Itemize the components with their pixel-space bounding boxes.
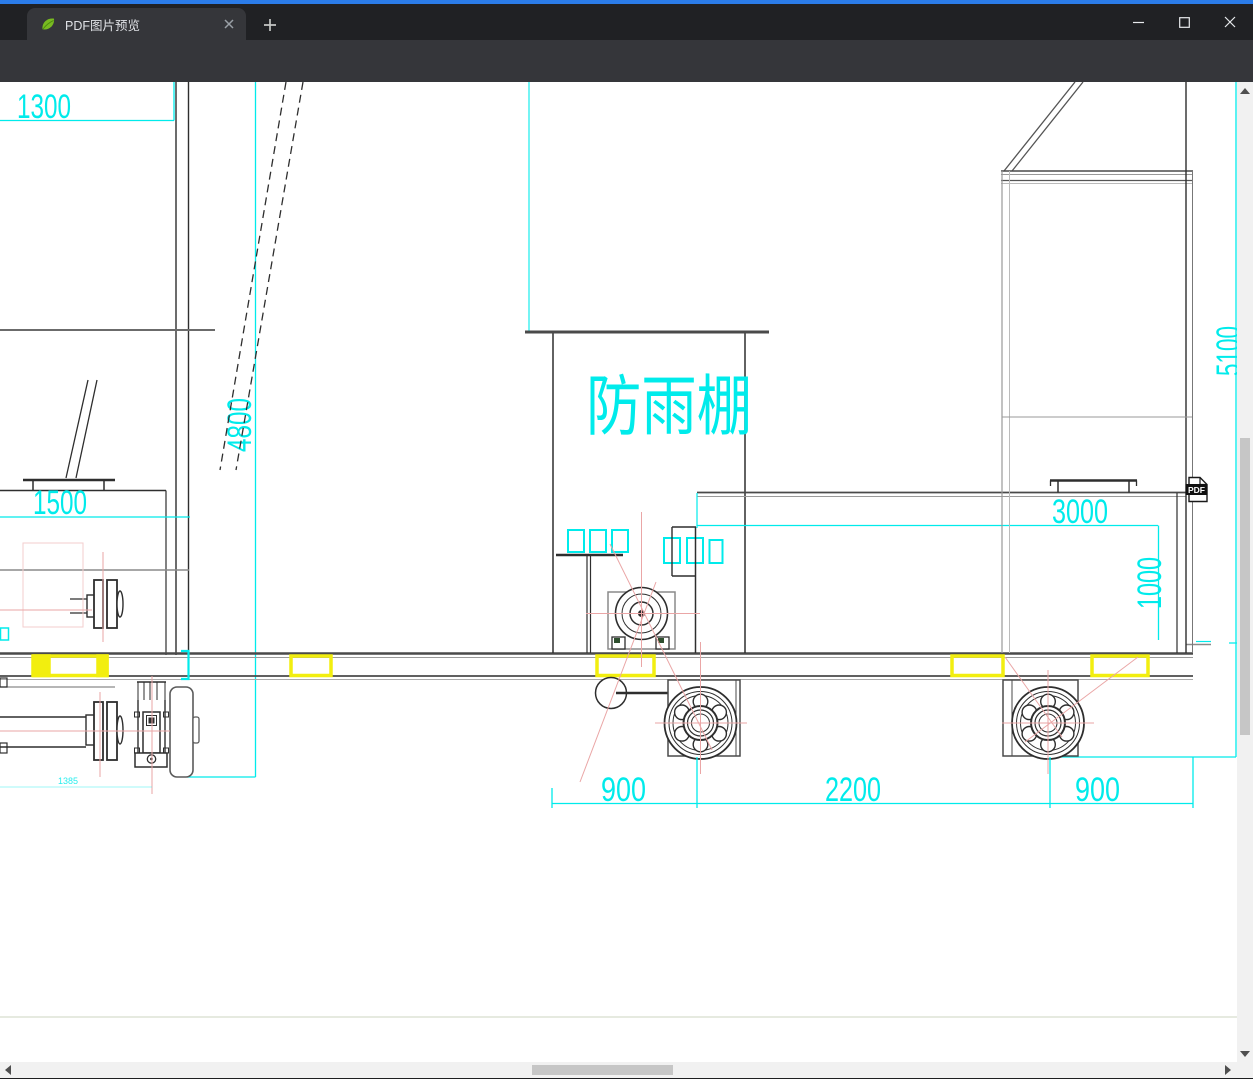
dim-1300: 1300	[0, 82, 175, 126]
scroll-left-icon[interactable]	[0, 1062, 17, 1078]
svg-text:900: 900	[601, 771, 646, 809]
left-view-structure	[0, 81, 304, 655]
svg-text:1500: 1500	[33, 484, 87, 522]
minimize-icon[interactable]	[1115, 4, 1161, 40]
dim-1000: 1000	[1131, 525, 1169, 640]
vertical-scrollbar-thumb[interactable]	[1240, 438, 1250, 735]
cad-drawing: 1300 4800 1500 1385 防雨棚 3000 1000 5100 9…	[0, 81, 1248, 1018]
svg-text:1000: 1000	[1131, 557, 1169, 609]
left-axle-assembly	[0, 677, 124, 761]
dim-1385: 1385	[0, 776, 152, 788]
new-tab-icon[interactable]	[259, 14, 281, 36]
scrollbar-corner	[1237, 1062, 1253, 1079]
titlebar: PDF图片预览	[0, 4, 1253, 40]
tab-title: PDF图片预览	[65, 18, 141, 33]
close-window-icon[interactable]	[1207, 4, 1253, 40]
window-controls	[1115, 4, 1253, 40]
horizontal-scrollbar-thumb[interactable]	[532, 1065, 673, 1075]
scroll-down-icon[interactable]	[1237, 1045, 1253, 1062]
shelter-cyan-boxes	[567, 529, 724, 564]
dim-4800: 4800	[187, 82, 259, 778]
left-view-centerlines	[0, 542, 104, 642]
rail-highlight-clips	[31, 654, 1150, 678]
left-upper-pulley	[70, 579, 124, 629]
dim-3000: 3000	[697, 493, 1158, 531]
svg-text:1300: 1300	[17, 88, 71, 126]
horizontal-scrollbar[interactable]	[0, 1062, 1237, 1078]
left-cyan-detail	[0, 627, 10, 641]
browser-tab[interactable]: PDF图片预览	[27, 8, 246, 40]
left-wheel-side	[169, 686, 200, 778]
shelter-label: 防雨棚	[586, 369, 752, 443]
drive-shaft	[594, 676, 668, 710]
maximize-icon[interactable]	[1161, 4, 1207, 40]
svg-text:900: 900	[1075, 771, 1120, 809]
dim-1500: 1500	[0, 484, 190, 522]
svg-text:1385: 1385	[58, 776, 78, 786]
pdf-file-icon[interactable]: PDF	[1185, 476, 1208, 503]
scroll-up-icon[interactable]	[1237, 82, 1253, 99]
favicon-spring-leaf-icon	[40, 16, 56, 32]
preview-canvas[interactable]: 1300 4800 1500 1385 防雨棚 3000 1000 5100 9…	[0, 81, 1248, 1062]
scroll-right-icon[interactable]	[1220, 1062, 1237, 1078]
dim-bottom-chain: 900 2200 900	[551, 757, 1194, 809]
svg-text:5100: 5100	[1210, 326, 1237, 376]
rail-end-cyan-bracket	[181, 649, 190, 681]
svg-text:PDF: PDF	[1188, 485, 1205, 495]
wheel-left	[663, 679, 741, 760]
wheel-right	[1002, 679, 1085, 760]
browser-toolbar: localhost:8012/onlinePreview?url=http%3A…	[0, 40, 1253, 116]
vertical-scrollbar[interactable]	[1237, 82, 1253, 1062]
tab-close-icon[interactable]	[220, 15, 238, 33]
svg-text:2200: 2200	[825, 771, 881, 809]
